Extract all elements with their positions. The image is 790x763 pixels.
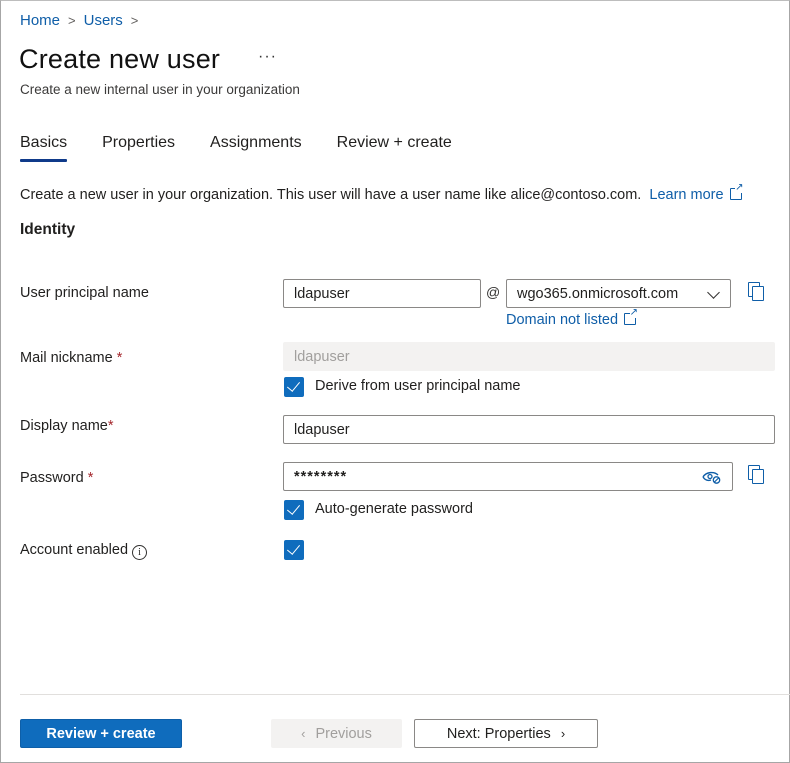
account-enabled-checkbox[interactable] (284, 540, 304, 560)
mail-nickname-input: ldapuser (283, 342, 775, 371)
derive-checkbox[interactable] (284, 377, 304, 397)
chevron-right-icon: › (560, 726, 566, 741)
previous-button: ‹ Previous (271, 719, 402, 748)
copy-icon[interactable] (748, 282, 764, 301)
password-label: Password * (20, 470, 94, 486)
chevron-down-icon (707, 286, 720, 299)
breadcrumb-users[interactable]: Users (84, 12, 123, 29)
required-mark: * (107, 418, 114, 434)
description: Create a new user in your organization. … (20, 183, 744, 203)
upn-label: User principal name (20, 285, 149, 301)
more-options-icon[interactable]: ··· (258, 48, 277, 66)
derive-checkbox-label: Derive from user principal name (315, 378, 521, 394)
breadcrumb: Home > Users > (20, 12, 146, 29)
required-mark: * (116, 350, 123, 366)
learn-more-link[interactable]: Learn more (649, 183, 744, 203)
next-label: Next: Properties (446, 725, 551, 742)
autogen-password-label: Auto-generate password (315, 501, 473, 517)
breadcrumb-home[interactable]: Home (20, 12, 60, 29)
upn-input[interactable]: ldapuser (283, 279, 481, 308)
display-name-label: Display name* (20, 418, 114, 434)
domain-not-listed-link[interactable]: Domain not listed (506, 308, 639, 329)
page-title: Create new user (19, 44, 221, 74)
chevron-right-icon: > (68, 13, 76, 28)
required-mark: * (87, 470, 94, 486)
password-input[interactable]: ******** (283, 462, 733, 491)
previous-label: Previous (315, 725, 372, 742)
copy-password-icon[interactable] (748, 465, 764, 484)
domain-select[interactable]: wgo365.onmicrosoft.com (506, 279, 731, 308)
tab-properties[interactable]: Properties (102, 134, 175, 162)
description-text: Create a new user in your organization. … (20, 187, 642, 203)
learn-more-label: Learn more (649, 187, 724, 203)
tab-assignments[interactable]: Assignments (210, 134, 302, 162)
external-link-icon (729, 183, 744, 200)
domain-value: wgo365.onmicrosoft.com (517, 285, 679, 302)
tab-list: Basics Properties Assignments Review + c… (20, 134, 487, 162)
display-name-value: ldapuser (294, 421, 350, 438)
info-icon[interactable]: i (132, 545, 148, 560)
account-enabled-label: Account enabled i (20, 542, 148, 560)
external-link-icon (624, 308, 639, 325)
at-symbol: @ (486, 284, 501, 300)
review-create-button[interactable]: Review + create (20, 719, 182, 748)
tab-basics[interactable]: Basics (20, 134, 68, 162)
page-subtitle: Create a new internal user in your organ… (20, 82, 300, 97)
password-value: ******** (294, 468, 348, 485)
tab-review-create[interactable]: Review + create (337, 134, 452, 162)
domain-not-listed-label: Domain not listed (506, 312, 619, 328)
section-identity: Identity (20, 221, 76, 238)
display-name-input[interactable]: ldapuser (283, 415, 775, 444)
next-properties-button[interactable]: Next: Properties › (414, 719, 598, 748)
autogen-password-checkbox[interactable] (284, 500, 304, 520)
mail-nickname-label: Mail nickname * (20, 350, 123, 366)
eye-hide-icon[interactable] (702, 470, 722, 484)
upn-value: ldapuser (294, 285, 350, 302)
chevron-right-icon: > (130, 13, 139, 28)
footer-divider (20, 694, 790, 695)
mail-nickname-value: ldapuser (294, 348, 350, 365)
chevron-left-icon: ‹ (301, 726, 306, 741)
